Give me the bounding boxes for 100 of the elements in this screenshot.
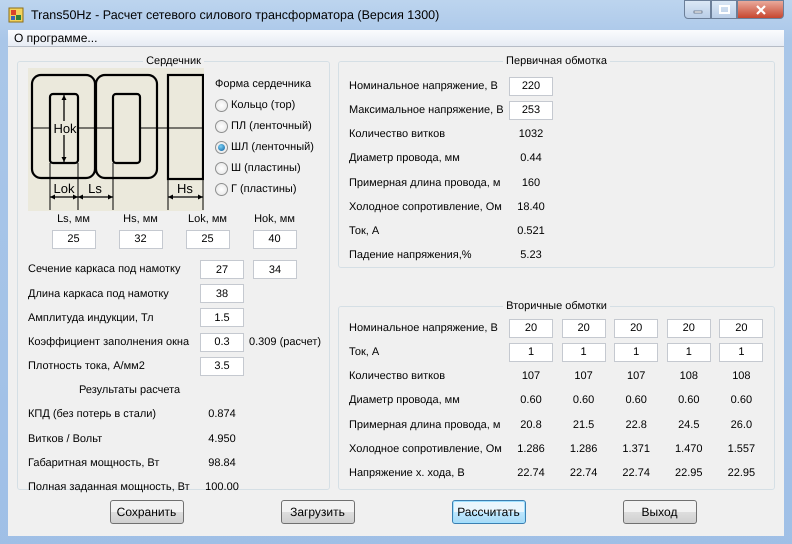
input-field[interactable]: 32 <box>118 230 162 248</box>
radio-button[interactable] <box>215 162 228 174</box>
input-field[interactable]: 1 <box>562 342 606 362</box>
result-value: 1032 <box>518 127 544 142</box>
calc-note: 0.309 (расчет) <box>249 334 322 350</box>
result-value: 1.470 <box>674 442 704 457</box>
field-label: Максимальное напряжение, В <box>349 103 505 118</box>
input-field[interactable]: 1 <box>719 342 764 362</box>
radio-label[interactable]: ПЛ (ленточный) <box>231 118 312 134</box>
result-label: Диаметр провода, мм <box>349 393 461 408</box>
input-field[interactable]: 25 <box>52 230 96 248</box>
section-title: Результаты расчета <box>79 383 180 398</box>
field-label: Плотность тока, А/мм2 <box>28 359 146 374</box>
radio-button[interactable] <box>215 98 228 112</box>
result-label: Примерная длина провода, м <box>349 418 502 433</box>
close-button[interactable] <box>737 0 784 19</box>
result-value: 24.5 <box>677 418 700 433</box>
window-title: Trans50Hz - Расчет сетевого силового трансформатора (Версия 1300) <box>31 6 440 24</box>
dialog-button[interactable]: Выход <box>622 500 696 524</box>
input-field[interactable]: 0.3 <box>200 332 244 352</box>
app-icon <box>8 7 24 23</box>
field-label: Номинальное напряжение, В <box>349 320 499 336</box>
input-field[interactable]: 3.5 <box>200 356 244 376</box>
input-field[interactable]: 220 <box>509 76 553 96</box>
dimension-label: Hok <box>53 121 77 136</box>
input-field[interactable]: 20 <box>719 318 764 338</box>
dialog-button[interactable]: Рассчитать <box>452 500 526 524</box>
radio-button[interactable] <box>215 140 228 154</box>
result-value: 21.5 <box>572 418 596 433</box>
result-value: 4.950 <box>207 432 237 447</box>
menu-item[interactable]: О программе... <box>14 29 98 47</box>
radio-button[interactable] <box>215 182 228 196</box>
field-label: Ls, мм <box>57 212 90 227</box>
result-value: 107 <box>626 369 646 384</box>
input-field[interactable]: 20 <box>614 318 658 338</box>
dimension-label: Lok <box>54 181 74 196</box>
input-field[interactable]: 1.5 <box>200 308 244 328</box>
group-title: Вторичные обмотки <box>503 299 610 313</box>
input-field[interactable]: 1 <box>614 342 658 362</box>
input-field[interactable]: 25 <box>186 230 230 248</box>
result-value: 0.521 <box>516 224 546 239</box>
result-value: 98.84 <box>207 456 237 471</box>
input-field[interactable]: 253 <box>509 100 553 120</box>
field-label: Lok, мм <box>188 212 227 227</box>
input-field[interactable]: 34 <box>253 260 297 280</box>
result-value: 107 <box>520 369 542 384</box>
result-value: 0.874 <box>207 407 237 422</box>
input-field[interactable]: 27 <box>200 260 244 280</box>
input-field[interactable]: 1 <box>666 342 711 362</box>
result-value: 100.00 <box>204 480 240 496</box>
result-value: 22.74 <box>516 466 546 481</box>
result-label: Холодное сопротивление, Ом <box>349 200 503 215</box>
field-label: Номинальное напряжение, В <box>349 78 499 94</box>
field-label: Hok, мм <box>254 212 295 227</box>
field-label: Hs, мм <box>123 212 158 227</box>
dialog-button[interactable]: Загрузить <box>280 500 354 524</box>
radio-label[interactable]: Ш (пластины) <box>231 160 301 176</box>
input-field[interactable]: 20 <box>666 318 711 338</box>
input-field[interactable]: 1 <box>509 342 553 362</box>
radio-label[interactable]: Кольцо (тор) <box>231 96 296 114</box>
result-value: 108 <box>731 369 752 384</box>
field-label: Длина каркаса под намотку <box>28 286 170 302</box>
dimension-label: Hs <box>177 181 193 196</box>
field-label: Амплитуда индукции, Тл <box>28 310 155 326</box>
result-value: 22.95 <box>674 466 704 481</box>
minimize-button[interactable] <box>684 0 711 19</box>
result-value: 0.60 <box>572 393 596 408</box>
result-value: 18.40 <box>516 200 546 215</box>
input-field[interactable]: 20 <box>562 318 606 338</box>
result-value: 1.557 <box>726 442 756 457</box>
result-label: Холодное сопротивление, Ом <box>349 442 503 457</box>
input-field[interactable]: 20 <box>509 318 553 338</box>
result-value: 0.60 <box>519 393 543 408</box>
radio-button[interactable] <box>215 120 228 132</box>
result-label: Полная заданная мощность, Вт <box>28 480 191 496</box>
dialog-button[interactable]: Сохранить <box>110 500 184 524</box>
result-value: 22.74 <box>621 466 651 481</box>
input-field[interactable]: 38 <box>200 284 244 304</box>
result-value: 0.60 <box>730 393 754 408</box>
result-label: Количество витков <box>349 127 446 142</box>
result-label: Ток, А <box>349 224 380 239</box>
result-value: 1.286 <box>516 442 546 457</box>
close-icon <box>754 4 766 14</box>
result-label: КПД (без потерь в стали) <box>28 407 158 422</box>
result-label: Габаритная мощность, Вт <box>28 456 160 471</box>
result-label: Количество витков <box>349 369 446 384</box>
result-label: Падение напряжения,% <box>349 248 473 264</box>
result-value: 20.8 <box>519 418 543 433</box>
group-title: Сердечник <box>143 54 204 68</box>
field-label: Коэффициент заполнения окна <box>28 334 190 350</box>
maximize-button[interactable] <box>711 0 737 19</box>
result-value: 108 <box>678 369 699 384</box>
field-label: Сечение каркаса под намотку <box>28 262 182 278</box>
dimension-label: Ls <box>88 181 102 196</box>
result-label: Витков / Вольт <box>28 432 104 447</box>
result-value: 107 <box>573 369 594 384</box>
radio-label[interactable]: Г (пластины) <box>231 180 296 198</box>
result-value: 5.23 <box>519 248 543 264</box>
radio-label[interactable]: ШЛ (ленточный) <box>231 138 314 156</box>
input-field[interactable]: 40 <box>252 230 296 248</box>
